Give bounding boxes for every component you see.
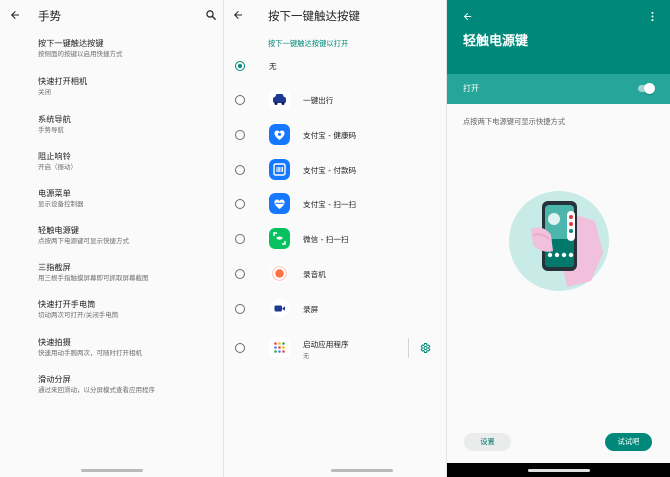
settings-item-subtitle: 开启（振动） [38, 163, 77, 171]
teal-header: 轻触电源键 [447, 0, 670, 74]
option-row-alipay-health[interactable]: 支付宝 - 健康码 [223, 119, 447, 151]
settings-item-subtitle: 关闭 [38, 88, 51, 96]
app-launcher-icon [269, 337, 290, 358]
settings-item-subtitle: 切动两次可打开/关闭手电筒 [38, 311, 119, 319]
back-arrow-icon[interactable] [9, 9, 21, 21]
settings-item-one-touch-key[interactable]: 按下一键触达按键 按侧面的按键以启用快捷方式 [38, 38, 218, 59]
settings-item-subtitle: 快速用动手腕两次，可随时打开相机 [38, 349, 142, 357]
one-touch-key-panel: 按下一键触达按键 按下一键触达按键以打开 无 一键出行 支付宝 - 健康码 支付… [223, 0, 447, 477]
setup-button[interactable]: 设置 [464, 433, 511, 451]
settings-item-subtitle: 手势导航 [38, 126, 64, 134]
toggle-switch-thumb[interactable] [644, 83, 655, 94]
alipay-scan-icon [269, 193, 290, 214]
option-label: 无 [269, 62, 277, 71]
settings-item-title: 快速打开相机 [38, 76, 88, 86]
gesture-home-bar[interactable] [81, 469, 143, 472]
one-touch-app-bar: 按下一键触达按键 [223, 0, 447, 30]
settings-item-subtitle: 显示设备控制器 [38, 200, 84, 208]
option-label: 微信 - 扫一扫 [303, 235, 349, 244]
settings-item-system-navigation[interactable]: 系统导航 手势导航 [38, 114, 218, 135]
tap-power-panel: 轻触电源键 打开 点按两下电源键可显示快捷方式 设置 试试吧 [447, 0, 670, 477]
radio-button[interactable] [235, 269, 245, 279]
settings-item-title: 轻触电源键 [38, 225, 79, 235]
settings-item-flashlight[interactable]: 快速打开手电筒 切动两次可打开/关闭手电筒 [38, 299, 218, 320]
settings-item-subtitle: 通过来回滑动，以分屏模式查看应用程序 [38, 386, 155, 394]
wechat-scan-icon [269, 228, 290, 249]
option-row-ride[interactable]: 一键出行 [223, 84, 447, 116]
settings-item-title: 电源菜单 [38, 188, 71, 198]
panel-separator [446, 0, 447, 477]
settings-item-power-menu[interactable]: 电源菜单 显示设备控制器 [38, 188, 218, 209]
option-row-alipay-scan[interactable]: 支付宝 - 扫一扫 [223, 188, 447, 220]
gestures-app-bar: 手势 [0, 0, 223, 30]
radio-button[interactable] [235, 304, 245, 314]
feature-description: 点按两下电源键可显示快捷方式 [463, 117, 566, 126]
option-label: 一键出行 [303, 96, 334, 105]
option-row-recorder[interactable]: 录音机 [223, 258, 447, 290]
settings-item-title: 按下一键触达按键 [38, 38, 104, 48]
settings-item-title: 快速打开手电筒 [38, 299, 96, 309]
settings-item-title: 快速拍摄 [38, 337, 71, 347]
page-title: 按下一键触达按键 [268, 9, 360, 23]
panel-separator [223, 0, 224, 477]
back-arrow-icon[interactable] [232, 9, 244, 21]
settings-item-title: 滑动分屏 [38, 374, 71, 384]
hand-holding-phone-illustration [509, 191, 609, 291]
option-label: 录音机 [303, 270, 326, 279]
try-it-button[interactable]: 试试吧 [605, 433, 652, 451]
settings-item-subtitle: 用三根手指触摸屏幕即可抓取屏幕截图 [38, 274, 149, 282]
search-icon[interactable] [205, 9, 217, 21]
option-row-alipay-pay[interactable]: 支付宝 - 付款码 [223, 154, 447, 186]
settings-item-swipe-split-screen[interactable]: 滑动分屏 通过来回滑动，以分屏模式查看应用程序 [38, 374, 218, 395]
alipay-pay-icon [269, 159, 290, 180]
option-label: 启动应用程序 [303, 340, 349, 349]
car-icon [269, 89, 290, 110]
settings-item-subtitle: 点按两下电源键可显示快捷方式 [38, 237, 129, 245]
radio-button[interactable] [235, 61, 245, 71]
switch-label: 打开 [463, 84, 479, 93]
gesture-home-bar[interactable] [528, 469, 590, 472]
radio-button[interactable] [235, 343, 245, 353]
option-label: 支付宝 - 扫一扫 [303, 200, 357, 209]
gear-icon[interactable] [419, 342, 431, 354]
settings-item-quick-camera[interactable]: 快速打开相机 关闭 [38, 76, 218, 97]
alipay-health-icon [269, 124, 290, 145]
more-vert-icon[interactable] [648, 11, 657, 22]
gesture-home-bar[interactable] [331, 469, 393, 472]
main-switch-bar[interactable]: 打开 [447, 74, 670, 104]
option-label: 支付宝 - 付款码 [303, 166, 357, 175]
option-row-none[interactable]: 无 [223, 50, 447, 82]
page-title: 轻触电源键 [463, 34, 529, 49]
option-row-screen-record[interactable]: 录屏 [223, 293, 447, 325]
option-subtitle: 无 [303, 353, 310, 360]
radio-button[interactable] [235, 130, 245, 140]
option-label: 支付宝 - 健康码 [303, 131, 357, 140]
option-row-launch-app[interactable]: 启动应用程序 无 [223, 332, 447, 364]
settings-item-tap-power[interactable]: 轻触电源键 点按两下电源键可显示快捷方式 [38, 225, 218, 246]
gestures-panel: 手势 按下一键触达按键 按侧面的按键以启用快捷方式 快速打开相机 关闭 系统导航… [0, 0, 223, 477]
option-label: 录屏 [303, 305, 319, 314]
section-label: 按下一键触达按键以打开 [268, 39, 349, 48]
settings-item-title: 系统导航 [38, 114, 71, 124]
settings-item-quick-capture[interactable]: 快速拍摄 快速用动手腕两次，可随时打开相机 [38, 337, 218, 358]
radio-button[interactable] [235, 165, 245, 175]
navigation-bar [447, 463, 670, 477]
settings-item-subtitle: 按侧面的按键以启用快捷方式 [38, 50, 123, 58]
settings-item-title: 三指截屏 [38, 262, 71, 272]
settings-item-prevent-ringing[interactable]: 阻止响铃 开启（振动） [38, 151, 218, 172]
settings-item-three-finger-screenshot[interactable]: 三指截屏 用三根手指触摸屏幕即可抓取屏幕截图 [38, 262, 218, 283]
radio-button[interactable] [235, 199, 245, 209]
page-title: 手势 [38, 9, 61, 23]
recorder-icon [270, 264, 289, 283]
option-row-wechat-scan[interactable]: 微信 - 扫一扫 [223, 223, 447, 255]
radio-button[interactable] [235, 234, 245, 244]
screen-record-icon [270, 299, 289, 318]
row-divider [408, 338, 409, 358]
back-arrow-icon[interactable] [462, 11, 473, 22]
radio-button[interactable] [235, 95, 245, 105]
settings-item-title: 阻止响铃 [38, 151, 71, 161]
